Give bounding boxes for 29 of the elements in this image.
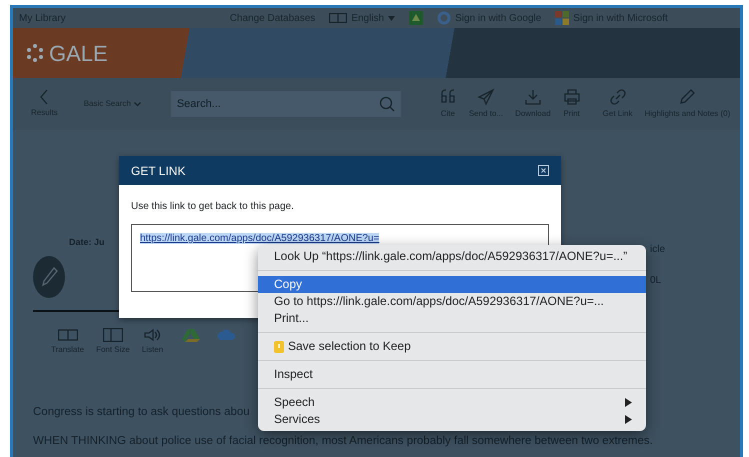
menu-item[interactable]: Print... [258,310,646,327]
translate-icon [329,13,348,23]
menu-item[interactable]: Services [258,411,646,428]
close-button[interactable] [538,165,549,176]
translate-icon [58,328,78,342]
close-icon [539,166,548,175]
dots-icon [25,43,45,63]
menu-item[interactable]: Save selection to Keep [258,338,646,355]
pen-icon [40,266,58,288]
font-size-icon [102,328,123,342]
download-icon [524,88,542,106]
menu-item[interactable]: Copy [258,276,646,293]
instruction-text: Use this link to get back to this page. [130,200,295,214]
search-field[interactable]: Search... [170,91,401,117]
paper-plane-icon [476,88,495,106]
link-icon [608,88,627,106]
printer-icon [562,88,581,106]
dialog-title: GET LINK [131,162,186,180]
gale-logo: GALE [25,36,108,70]
speaker-icon [142,328,163,342]
menu-item[interactable]: Go to https://link.gale.com/apps/doc/A592936317/AONE?u=... [258,293,646,310]
menu-item[interactable]: Inspect [258,366,646,383]
chevron-icon [134,102,141,106]
menu-item[interactable]: Speech [258,394,646,411]
pencil-icon [678,88,696,106]
caret-icon [388,16,396,20]
search-icon [378,96,395,112]
back-icon [39,89,50,105]
bulb-icon [274,340,284,352]
